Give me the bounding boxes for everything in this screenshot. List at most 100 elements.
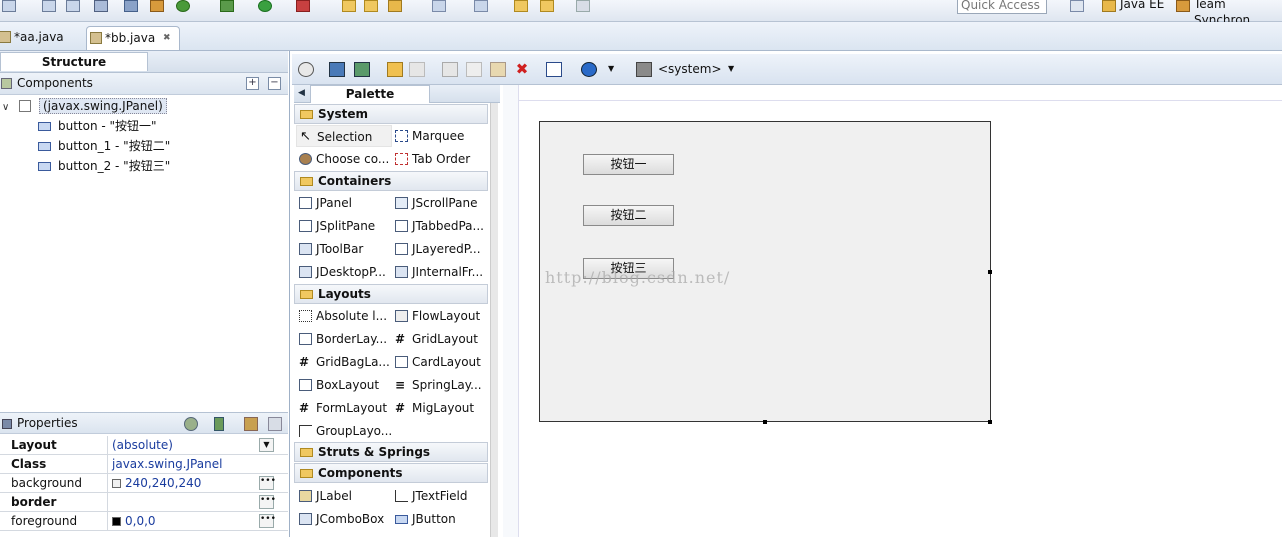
palette-item-choose-component[interactable]: Choose co... <box>296 148 392 170</box>
palette-item-gridbaglayout[interactable]: # GridBagLa... <box>296 351 392 373</box>
palette-item-marquee[interactable]: Marquee <box>392 125 488 147</box>
palette-item-formlayout[interactable]: # FormLayout <box>296 397 392 419</box>
chevron-down-icon[interactable]: ▼ <box>728 64 734 73</box>
property-row-background[interactable]: background 240,240,240 ••• <box>0 474 288 493</box>
swing-button-1[interactable]: 按钮二 <box>583 205 674 226</box>
save-all-icon[interactable] <box>66 0 80 12</box>
delete-icon[interactable]: ✖ <box>514 62 530 77</box>
palette-category-containers[interactable]: Containers <box>294 171 488 191</box>
palette-item-borderlayout[interactable]: BorderLay... <box>296 328 392 350</box>
close-icon[interactable]: ✖ <box>163 27 171 49</box>
palette-item-springlayout[interactable]: ≡ SpringLay... <box>392 374 488 396</box>
next-annotation-icon[interactable] <box>474 0 488 12</box>
test-gui-icon[interactable] <box>298 62 314 77</box>
palette-item-jbutton[interactable]: JButton <box>392 508 488 530</box>
goto-definition-icon[interactable] <box>214 417 224 431</box>
reparse-icon[interactable] <box>329 62 345 77</box>
redo-icon[interactable] <box>409 62 425 77</box>
property-value[interactable]: 240,240,240 <box>125 474 201 493</box>
back-icon[interactable] <box>514 0 528 12</box>
resize-handle-east[interactable] <box>988 270 992 274</box>
palette-item-jlayeredpane[interactable]: JLayeredP... <box>392 238 488 260</box>
palette-category-struts-springs[interactable]: Struts & Springs <box>294 442 488 462</box>
collapse-all-button[interactable]: − <box>268 77 281 90</box>
collapse-arrow-icon[interactable]: ∨ <box>2 102 9 113</box>
print-icon[interactable] <box>94 0 108 12</box>
show-events-icon[interactable] <box>184 417 198 431</box>
package-icon[interactable] <box>150 0 164 12</box>
forward-history-icon[interactable] <box>540 0 554 12</box>
show-advanced-icon[interactable] <box>244 417 258 431</box>
property-value[interactable]: (absolute) <box>112 436 173 455</box>
open-perspective-icon[interactable] <box>1070 0 1084 12</box>
tree-row-root[interactable]: ∨ (javax.swing.JPanel) <box>2 97 167 116</box>
cut-icon[interactable] <box>442 62 458 77</box>
palette-item-jsplitpane[interactable]: JSplitPane <box>296 215 392 237</box>
copy-icon[interactable] <box>466 62 482 77</box>
search-icon[interactable] <box>388 0 402 12</box>
quick-access-input[interactable]: Quick Access <box>957 0 1047 14</box>
palette-item-jpanel[interactable]: JPanel <box>296 192 392 214</box>
palette-item-jcombobox[interactable]: JComboBox <box>296 508 392 530</box>
chevron-down-icon[interactable]: ▼ <box>259 438 274 452</box>
palette-item-jlabel[interactable]: JLabel <box>296 485 392 507</box>
tab-bb-java[interactable]: *bb.java ✖ <box>86 26 180 50</box>
palette-item-gridlayout[interactable]: # GridLayout <box>392 328 488 350</box>
property-row-foreground[interactable]: foreground 0,0,0 ••• <box>0 512 288 531</box>
palette-item-miglayout[interactable]: # MigLayout <box>392 397 488 419</box>
undo-icon[interactable] <box>387 62 403 77</box>
palette-item-jscrollpane[interactable]: JScrollPane <box>392 192 488 214</box>
chevron-down-icon[interactable]: ▼ <box>608 64 614 73</box>
external-tools-icon[interactable] <box>296 0 310 12</box>
palette-item-jdesktoppane[interactable]: JDesktopP... <box>296 261 392 283</box>
property-value[interactable]: 0,0,0 <box>125 512 156 531</box>
palette-item-jtabbedpane[interactable]: JTabbedPa... <box>392 215 488 237</box>
save-icon[interactable] <box>42 0 56 12</box>
new-icon[interactable] <box>2 0 16 12</box>
palette-item-absolute-layout[interactable]: Absolute l... <box>296 305 392 327</box>
open-type-icon[interactable] <box>364 0 378 12</box>
palette-item-jinternalframe[interactable]: JInternalFr... <box>392 261 488 283</box>
palette-item-selection[interactable]: ↖ Selection <box>296 125 392 147</box>
resize-handle-southeast[interactable] <box>988 420 992 424</box>
palette-item-jtextfield[interactable]: JTextField <box>392 485 488 507</box>
forward-icon[interactable] <box>576 0 590 12</box>
open-folder-icon[interactable] <box>342 0 356 12</box>
palette-category-system[interactable]: System <box>294 104 488 124</box>
refresh-design-icon[interactable] <box>354 62 370 77</box>
ellipsis-button[interactable]: ••• <box>259 476 276 490</box>
globe-icon[interactable] <box>581 62 597 77</box>
restore-default-icon[interactable] <box>268 417 282 431</box>
run-icon[interactable] <box>258 0 272 12</box>
swing-button[interactable]: 按钮一 <box>583 154 674 175</box>
look-and-feel-icon[interactable] <box>636 62 652 77</box>
tab-aa-java[interactable]: *aa.java <box>0 26 70 50</box>
expand-all-button[interactable]: + <box>246 77 259 90</box>
tree-item-button-1[interactable]: button_1 - "按钮二" <box>38 137 170 156</box>
annotation-icon[interactable] <box>432 0 446 12</box>
collapse-palette-icon[interactable]: ◀ <box>298 88 305 98</box>
ellipsis-button[interactable]: ••• <box>259 514 276 528</box>
palette-item-boxlayout[interactable]: BoxLayout <box>296 374 392 396</box>
palette-item-jtoolbar[interactable]: JToolBar <box>296 238 392 260</box>
palette-item-grouplayout[interactable]: GroupLayo... <box>296 420 392 442</box>
property-row-border[interactable]: border ••• <box>0 493 288 512</box>
debug-icon[interactable] <box>124 0 138 12</box>
tab-order-icon[interactable] <box>546 62 562 77</box>
perspective-java-ee[interactable]: Java EE <box>1120 0 1164 12</box>
tree-item-button-2[interactable]: button_2 - "按钮三" <box>38 157 170 176</box>
palette-scrollbar[interactable] <box>490 103 498 537</box>
look-and-feel-select[interactable]: <system> <box>658 62 722 77</box>
palette-category-components[interactable]: Components <box>294 463 488 483</box>
tree-item-button[interactable]: button - "按钮一" <box>38 117 157 136</box>
refresh-icon[interactable] <box>176 0 190 12</box>
ellipsis-button[interactable]: ••• <box>259 495 276 509</box>
resize-handle-south[interactable] <box>763 420 767 424</box>
property-row-class[interactable]: Class javax.swing.JPanel <box>0 455 288 474</box>
property-row-layout[interactable]: Layout (absolute) ▼ <box>0 436 288 455</box>
palette-item-cardlayout[interactable]: CardLayout <box>392 351 488 373</box>
palette-category-layouts[interactable]: Layouts <box>294 284 488 304</box>
paste-icon[interactable] <box>490 62 506 77</box>
settings-icon[interactable] <box>220 0 234 12</box>
palette-item-flowlayout[interactable]: FlowLayout <box>392 305 488 327</box>
